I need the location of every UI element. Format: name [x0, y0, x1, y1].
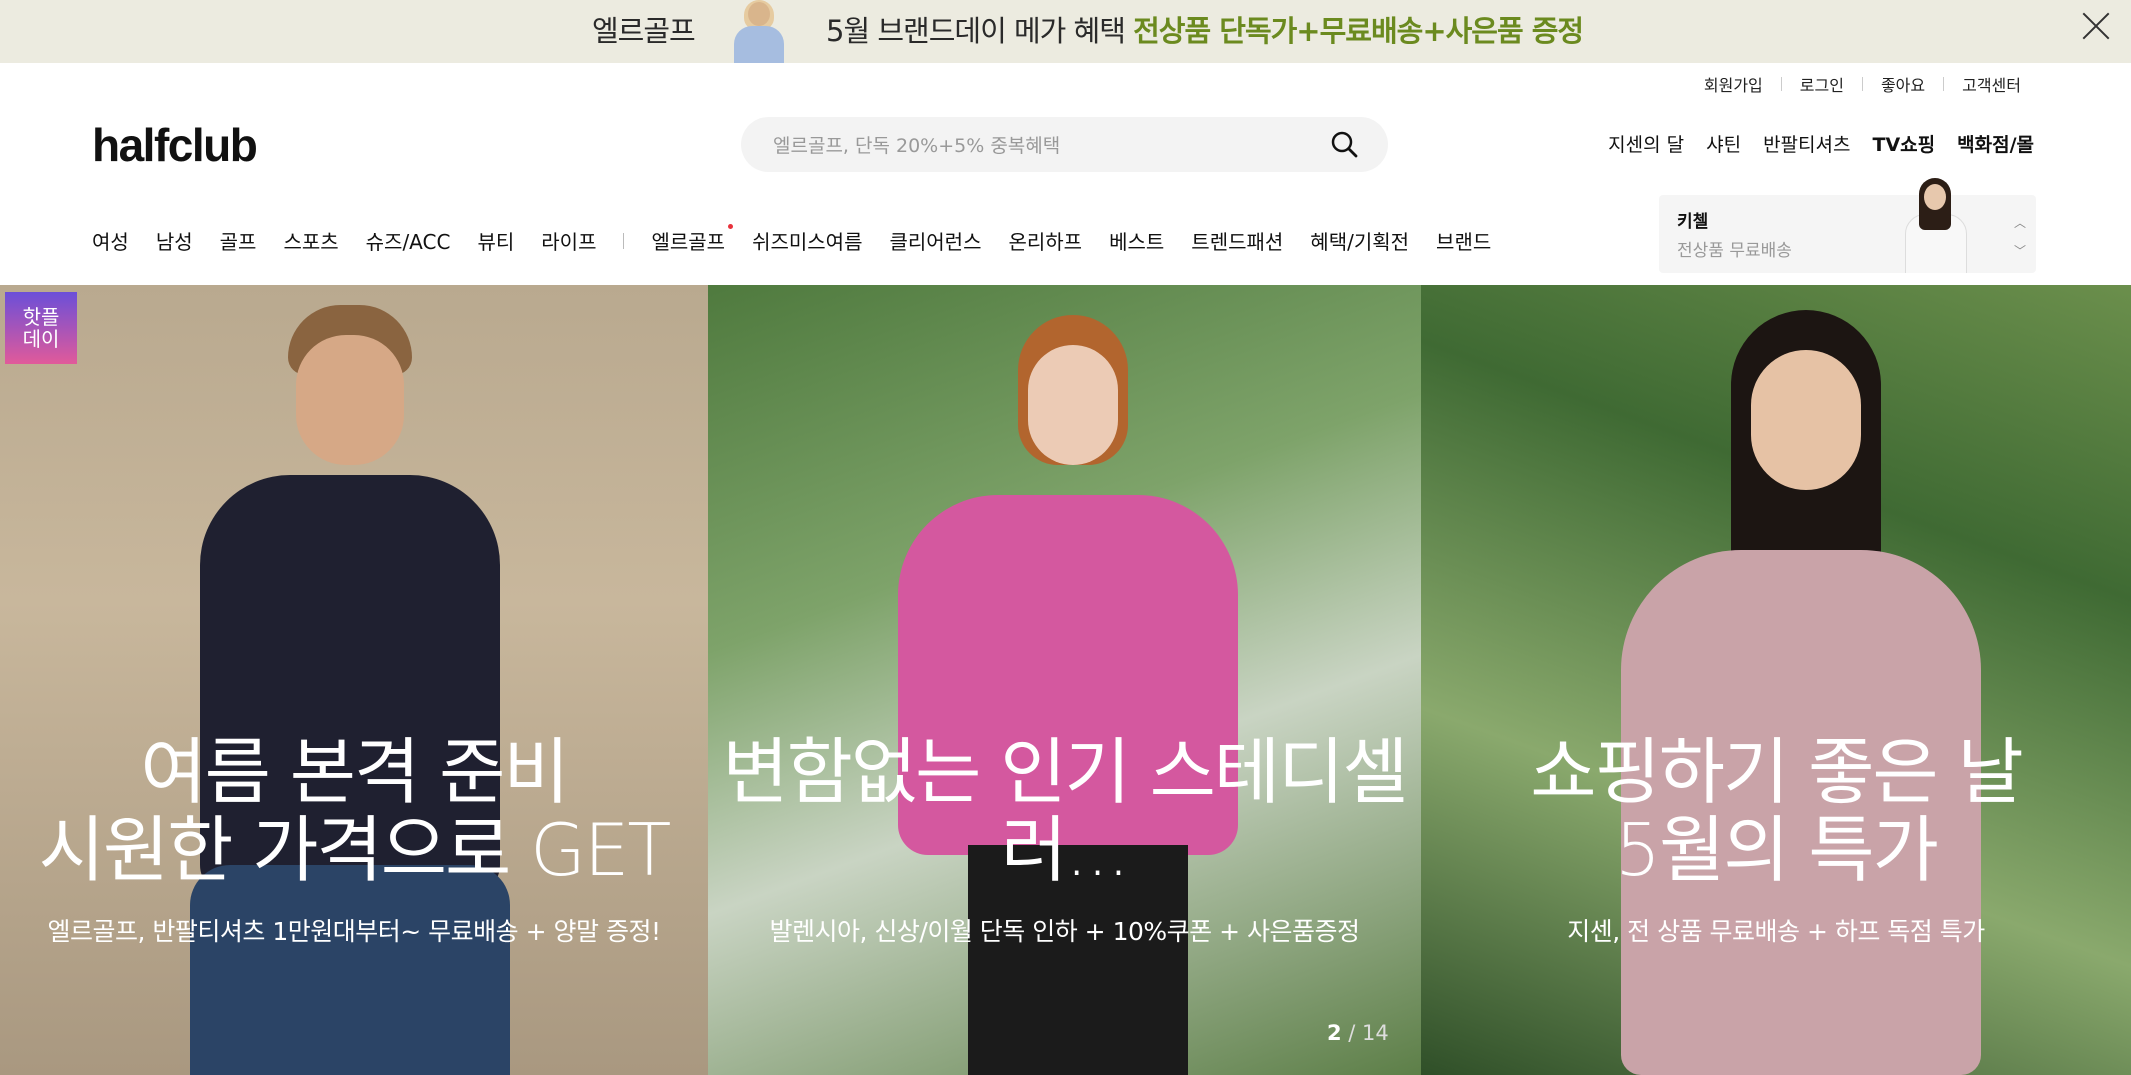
pager-total: / 14	[1341, 1021, 1389, 1045]
banner-message: 5월 브랜드데이 메가 혜택 전상품 단독가+무료배송+사은품 증정	[826, 8, 1584, 50]
hotplace-day-badge: 핫플 데이	[5, 292, 77, 364]
nav-item-label: 엘르골프	[651, 230, 726, 254]
search-bar	[741, 117, 1388, 174]
headline-line: 쇼핑하기 좋은 날	[1530, 730, 2023, 814]
carousel-pager: 2 / 14	[1327, 1021, 1389, 1045]
signup-link[interactable]: 회원가입	[1704, 72, 1763, 96]
nav-divider	[623, 232, 625, 249]
slide-subtitle: 지센, 전 상품 무료배송 + 하프 독점 특가	[1567, 917, 1985, 946]
customer-center-link[interactable]: 고객센터	[1962, 72, 2021, 96]
slide-subtitle: 발렌시아, 신상/이월 단독 인하 + 10%쿠폰 + 사은품증정	[769, 917, 1360, 946]
shortcut-link[interactable]: 샤틴	[1706, 130, 1741, 157]
nav-item[interactable]: 남성	[156, 226, 193, 255]
nav-item[interactable]: 클리어런스	[889, 226, 981, 255]
promo-model-image	[1899, 178, 1969, 273]
search-icon[interactable]	[1330, 130, 1358, 158]
nav-item[interactable]: 스포츠	[283, 226, 338, 255]
slide-headline: 쇼핑하기 좋은 날 5월의 특가	[1421, 733, 2131, 889]
site-logo[interactable]: halfclub	[92, 118, 258, 172]
chevron-down-icon[interactable]: ﹀	[2014, 237, 2026, 265]
nav-item[interactable]: 라이프	[541, 226, 596, 255]
nav-item[interactable]: 브랜드	[1436, 226, 1491, 255]
shortcut-link[interactable]: 반팔티셔츠	[1763, 130, 1850, 157]
nav-item[interactable]: 온리하프	[1008, 226, 1082, 255]
search-input[interactable]	[771, 117, 1315, 174]
slide-subtitle: 엘르골프, 반팔티셔츠 1만원대부터~ 무료배송 + 양말 증정!	[47, 917, 661, 946]
headline-line: 시원한 가격으로 GET	[38, 808, 672, 892]
headline-line: 변함없는 인기 스테디셀	[722, 730, 1408, 814]
promo-subtitle: 전상품 무료배송	[1677, 241, 1792, 261]
divider	[1861, 77, 1863, 91]
nav-item[interactable]: 뷰티	[477, 226, 514, 255]
headline-line: 러...	[1001, 808, 1130, 892]
likes-link[interactable]: 좋아요	[1881, 72, 1925, 96]
top-promo-banner[interactable]: 엘르골프 5월 브랜드데이 메가 혜택 전상품 단독가+무료배송+사은품 증정	[0, 0, 2131, 63]
divider	[1943, 77, 1945, 91]
shortcut-link[interactable]: 지센의 달	[1608, 130, 1684, 157]
nav-item[interactable]: 베스트	[1109, 226, 1164, 255]
nav-item[interactable]: 혜택/기획전	[1310, 226, 1409, 255]
nav-item[interactable]: 슈즈/ACC	[366, 226, 451, 255]
category-nav: 여성 남성 골프 스포츠 슈즈/ACC 뷰티 라이프 엘르골프 쉬즈미스여름 클…	[92, 224, 1518, 255]
model-image	[1581, 310, 2001, 1075]
hero-slide[interactable]: 쇼핑하기 좋은 날 5월의 특가 지센, 전 상품 무료배송 + 하프 독점 특가	[1421, 285, 2131, 1075]
badge-line: 핫플	[22, 305, 60, 329]
slide-headline: 변함없는 인기 스테디셀 러...	[708, 733, 1421, 889]
department-store-link[interactable]: 백화점/몰	[1957, 130, 2034, 157]
banner-thumbnail	[726, 0, 792, 63]
banner-message-prefix: 5월 브랜드데이 메가 혜택	[826, 14, 1134, 48]
nav-item[interactable]: 골프	[220, 226, 257, 255]
divider	[1780, 77, 1782, 91]
login-link[interactable]: 로그인	[1800, 72, 1844, 96]
nav-item[interactable]: 쉬즈미스여름	[752, 226, 862, 255]
header-shortcuts: 지센의 달 샤틴 반팔티셔츠 TV쇼핑 백화점/몰	[1608, 130, 2034, 157]
new-dot-icon	[728, 224, 734, 229]
hero-slide[interactable]: 핫플 데이 여름 본격 준비 시원한 가격으로 GET 엘르골프, 반팔티셔츠 1만…	[0, 285, 708, 1075]
tv-shopping-link[interactable]: TV쇼핑	[1872, 130, 1935, 157]
model-image	[878, 315, 1258, 1075]
promo-widget[interactable]: 키첼 전상품 무료배송 ︿ ﹀	[1659, 178, 2036, 273]
promo-arrows: ︿ ﹀	[2014, 209, 2026, 265]
chevron-up-icon[interactable]: ︿	[2014, 209, 2026, 237]
utility-links: 회원가입 로그인 좋아요 고객센터	[1704, 72, 2021, 96]
hero-carousel[interactable]: 핫플 데이 여름 본격 준비 시원한 가격으로 GET 엘르골프, 반팔티셔츠 1만…	[0, 285, 2131, 1075]
model-image	[170, 305, 530, 1075]
headline-line: 여름 본격 준비	[140, 730, 569, 814]
banner-message-highlight: 전상품 단독가+무료배송+사은품 증정	[1133, 14, 1584, 48]
badge-line: 데이	[22, 327, 60, 351]
nav-item[interactable]: 트렌드패션	[1191, 226, 1283, 255]
banner-brand: 엘르골프	[592, 14, 696, 48]
slide-headline: 여름 본격 준비 시원한 가격으로 GET	[0, 733, 708, 889]
promo-title: 키첼	[1677, 212, 1709, 232]
pager-current: 2	[1327, 1021, 1342, 1045]
nav-item[interactable]: 여성	[92, 226, 129, 255]
hero-slide[interactable]: 변함없는 인기 스테디셀 러... 발렌시아, 신상/이월 단독 인하 + 10%…	[708, 285, 1421, 1075]
headline-line: 5월의 특가	[1615, 808, 1939, 892]
nav-item-featured[interactable]: 엘르골프	[651, 224, 734, 255]
close-icon[interactable]	[2080, 10, 2112, 42]
